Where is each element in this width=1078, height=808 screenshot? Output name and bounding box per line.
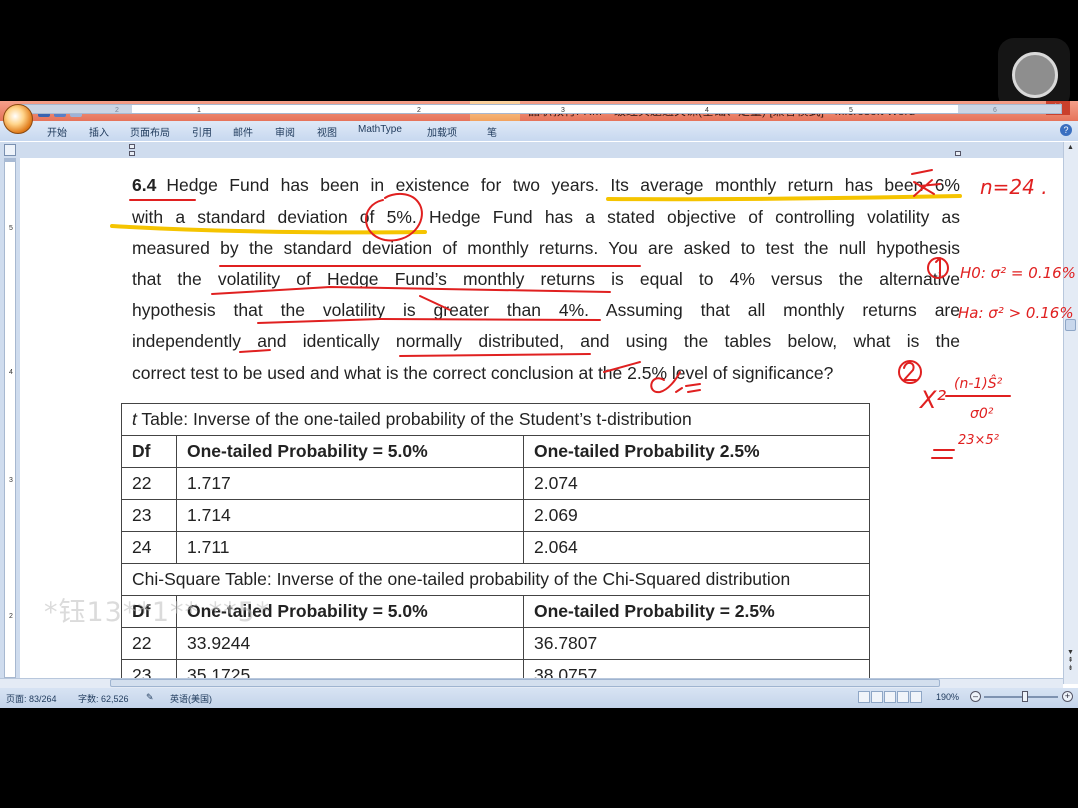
language-indicator[interactable]: 英语(美国) — [170, 692, 212, 705]
zoom-slider-thumb[interactable] — [1022, 691, 1028, 702]
office-button[interactable] — [3, 104, 33, 134]
horizontal-ruler[interactable]: 1 2 2 3 4 5 6 — [20, 104, 1062, 114]
distribution-tables: t Table: Inverse of the one-tailed proba… — [121, 403, 870, 692]
table-header: One-tailed Probability 2.5% — [523, 435, 870, 468]
scroll-down-arrow-icon[interactable]: ▼ ⇞ ⇟ — [1065, 649, 1076, 677]
table-row: 22 1.717 2.074 — [121, 467, 870, 500]
table-cell: 22 — [121, 467, 177, 500]
tab-review[interactable]: 审阅 — [275, 124, 295, 139]
t-table-title: t Table: Inverse of the one-tailed proba… — [121, 403, 870, 436]
hanging-indent-marker[interactable] — [129, 151, 135, 156]
zoom-out-icon[interactable]: – — [970, 691, 981, 702]
ruler-number: 3 — [561, 107, 565, 114]
table-cell: 2.069 — [523, 499, 870, 532]
tab-mailings[interactable]: 邮件 — [233, 124, 253, 139]
record-button[interactable] — [1012, 52, 1058, 98]
view-buttons — [858, 691, 922, 703]
ribbon-tabs: 开始 插入 页面布局 引用 邮件 审阅 视图 MathType 加载项 笔 — [0, 121, 1078, 141]
question-number: 6.4 — [132, 175, 157, 195]
ruler-number: 4 — [9, 369, 13, 376]
ruler-number: 5 — [9, 225, 13, 232]
question-line: that the volatility of Hedge Fund’s mont… — [132, 269, 960, 289]
table-row: 23 1.714 2.069 — [121, 499, 870, 532]
table-cell: 1.711 — [176, 531, 524, 564]
tab-insert[interactable]: 插入 — [89, 124, 109, 139]
page-count[interactable]: 页面: 83/264 — [6, 692, 57, 705]
vertical-scrollbar[interactable] — [1063, 142, 1078, 684]
ruler-number: 2 — [9, 613, 13, 620]
word-count[interactable]: 字数: 62,526 — [78, 692, 129, 705]
table-cell: 1.714 — [176, 499, 524, 532]
table-row: 24 1.711 2.064 — [121, 531, 870, 564]
question-line: 6.4 Hedge Fund has been in existence for … — [132, 175, 960, 196]
question-line: with a standard deviation of 5%. Hedge F… — [132, 207, 960, 227]
zoom-level[interactable]: 190% — [936, 692, 959, 702]
vertical-scroll-thumb[interactable] — [1065, 319, 1076, 331]
ruler-right-margin — [958, 104, 1062, 114]
full-screen-view-icon[interactable] — [871, 691, 883, 703]
tab-addins[interactable]: 加载项 — [427, 124, 457, 139]
table-cell: 36.7807 — [523, 627, 870, 660]
tab-pen[interactable]: 笔 — [487, 124, 497, 139]
question-line: independently and identically normally d… — [132, 331, 960, 351]
ruler-number: 5 — [849, 107, 853, 114]
scroll-up-arrow-icon[interactable]: ▲ — [1065, 144, 1076, 154]
right-indent-marker[interactable] — [955, 151, 961, 156]
ruler-number: 4 — [705, 107, 709, 114]
tab-home[interactable]: 开始 — [47, 124, 67, 139]
tab-page-layout[interactable]: 页面布局 — [130, 124, 170, 139]
table-cell: 33.9244 — [176, 627, 524, 660]
horizontal-scroll-thumb[interactable] — [110, 679, 940, 687]
vertical-ruler-margin — [4, 158, 16, 162]
draft-view-icon[interactable] — [910, 691, 922, 703]
help-icon[interactable]: ? — [1060, 124, 1072, 136]
ruler-row — [0, 142, 1078, 158]
table-cell: 23 — [121, 499, 177, 532]
proofing-icon[interactable]: ✎ — [146, 692, 154, 703]
table-cell: 1.717 — [176, 467, 524, 500]
ruler-number: 2 — [417, 107, 421, 114]
question-line: correct test to be used and what is the … — [132, 363, 834, 383]
table-cell: 24 — [121, 531, 177, 564]
table-cell: 22 — [121, 627, 177, 660]
tab-selector[interactable] — [4, 144, 16, 156]
zoom-in-icon[interactable]: + — [1062, 691, 1073, 702]
tab-mathtype[interactable]: MathType — [358, 124, 402, 135]
table-cell: 2.064 — [523, 531, 870, 564]
table-header: One-tailed Probability = 2.5% — [523, 595, 870, 628]
outline-view-icon[interactable] — [897, 691, 909, 703]
table-header: Df — [121, 435, 177, 468]
zoom-slider-track[interactable] — [984, 696, 1058, 698]
table-cell: 2.074 — [523, 467, 870, 500]
table-header: One-tailed Probability = 5.0% — [176, 435, 524, 468]
web-layout-view-icon[interactable] — [884, 691, 896, 703]
vertical-ruler[interactable]: 5 4 3 2 — [4, 158, 16, 678]
first-line-indent-marker[interactable] — [129, 144, 135, 149]
ruler-number: 3 — [9, 477, 13, 484]
ruler-number: 1 — [197, 107, 201, 114]
tab-view[interactable]: 视图 — [317, 124, 337, 139]
ruler-left-margin — [20, 104, 132, 114]
watermark: *钰13**1** **5* — [44, 597, 271, 628]
question-line: measured by the standard deviation of mo… — [132, 238, 960, 258]
print-layout-view-icon[interactable] — [858, 691, 870, 703]
tab-references[interactable]: 引用 — [192, 124, 212, 139]
table-row: 22 33.9244 36.7807 — [121, 627, 870, 660]
question-line: hypothesis that the volatility is greate… — [132, 300, 960, 320]
question-line-text: Hedge Fund has been in existence for two… — [166, 175, 960, 195]
